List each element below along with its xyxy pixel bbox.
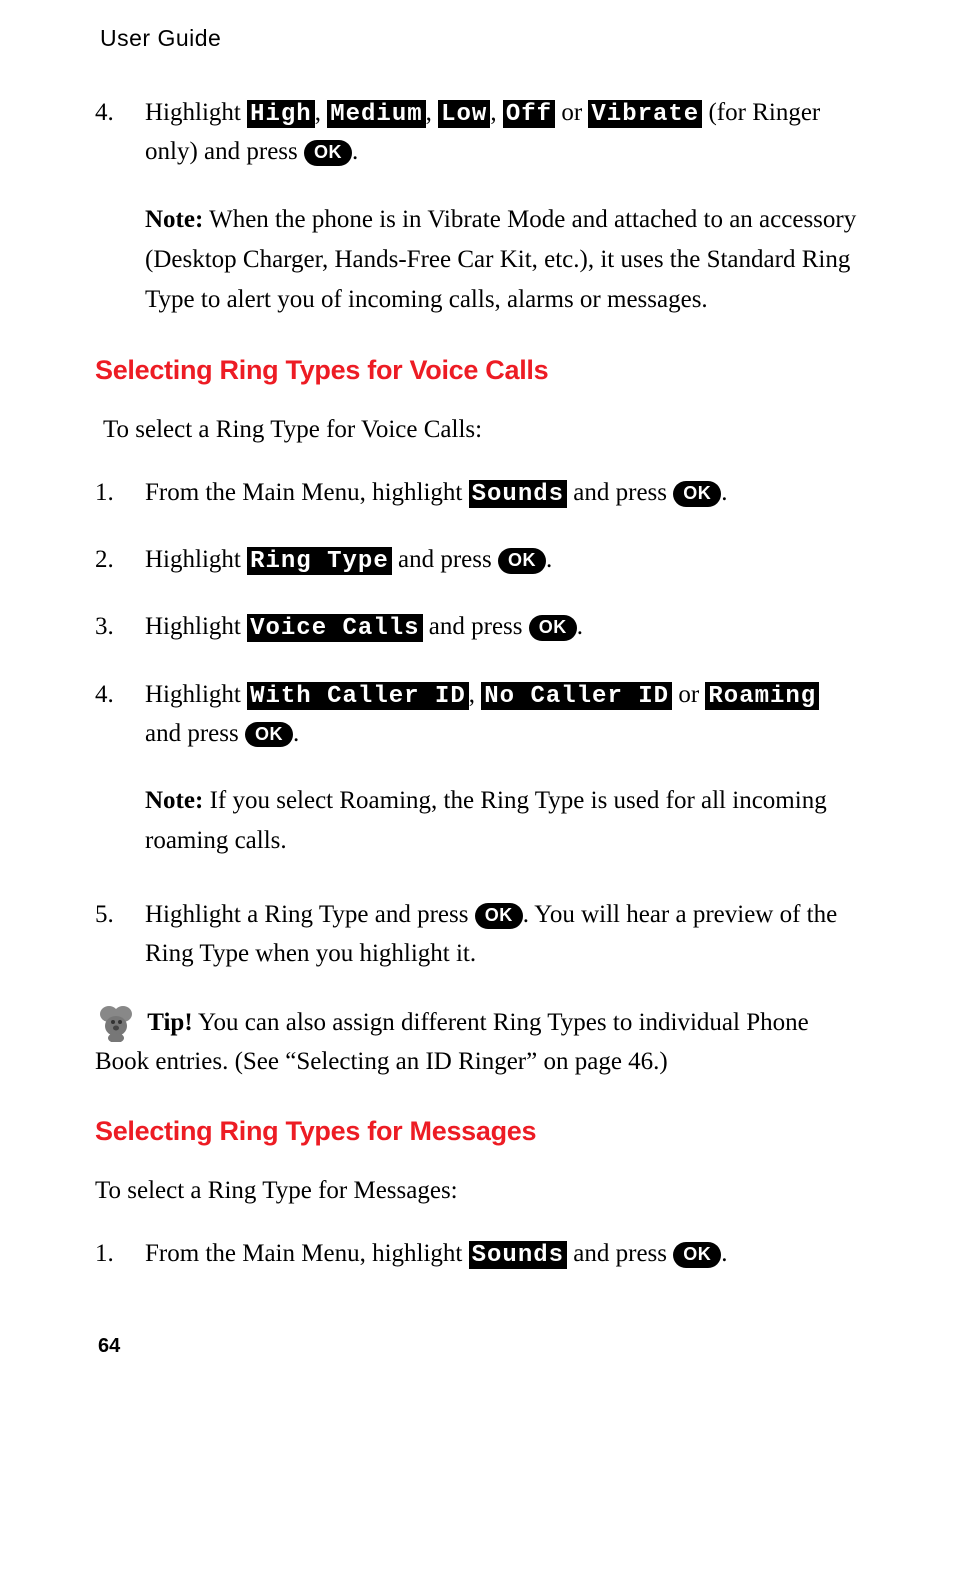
page-number: 64 xyxy=(98,1335,859,1358)
lcd-option: No Caller ID xyxy=(481,682,672,710)
ok-button-icon: OK xyxy=(475,903,523,929)
lcd-option: With Caller ID xyxy=(247,682,469,710)
list-number: 3. xyxy=(95,608,145,647)
list-item: 2. Highlight Ring Type and press OK. xyxy=(95,541,859,580)
lcd-option: Off xyxy=(503,100,555,128)
note-label: Note: xyxy=(145,206,203,233)
tip-text: You can also assign different Ring Types… xyxy=(95,1009,809,1075)
lcd-option: Sounds xyxy=(469,1241,567,1269)
section-heading: Selecting Ring Types for Voice Calls xyxy=(95,355,859,386)
list-item: 4. Highlight With Caller ID, No Caller I… xyxy=(95,676,859,754)
note-text: If you select Roaming, the Ring Type is … xyxy=(145,787,827,854)
list-number: 4. xyxy=(95,94,145,172)
intro-text: To select a Ring Type for Messages: xyxy=(95,1177,859,1205)
list-item: 1. From the Main Menu, highlight Sounds … xyxy=(95,474,859,513)
ok-button-icon: OK xyxy=(245,722,293,748)
list-item: 1. From the Main Menu, highlight Sounds … xyxy=(95,1235,859,1274)
ok-button-icon: OK xyxy=(673,1242,721,1268)
ok-button-icon: OK xyxy=(529,615,577,641)
list-number: 4. xyxy=(95,676,145,754)
list-body: Highlight Ring Type and press OK. xyxy=(145,541,859,580)
lcd-option: Voice Calls xyxy=(247,614,422,642)
tip-icon xyxy=(95,1002,135,1042)
list-body: Highlight With Caller ID, No Caller ID o… xyxy=(145,676,859,754)
note-text: When the phone is in Vibrate Mode and at… xyxy=(145,206,856,313)
list-item: 5. Highlight a Ring Type and press OK. Y… xyxy=(95,896,859,974)
lcd-option: Low xyxy=(438,100,490,128)
lcd-option: Medium xyxy=(327,100,425,128)
ok-button-icon: OK xyxy=(673,481,721,507)
user-guide-page: User Guide 4. Highlight High, Medium, Lo… xyxy=(0,0,954,1398)
list-number: 1. xyxy=(95,474,145,513)
section-heading: Selecting Ring Types for Messages xyxy=(95,1116,859,1147)
list-body: From the Main Menu, highlight Sounds and… xyxy=(145,474,859,513)
lcd-option: High xyxy=(247,100,315,128)
list-body: Highlight a Ring Type and press OK. You … xyxy=(145,896,859,974)
note-block: Note: If you select Roaming, the Ring Ty… xyxy=(145,781,859,861)
list-body: From the Main Menu, highlight Sounds and… xyxy=(145,1235,859,1274)
lcd-option: Vibrate xyxy=(588,100,702,128)
list-number: 5. xyxy=(95,896,145,974)
list-number: 1. xyxy=(95,1235,145,1274)
tip-block: Tip! You can also assign different Ring … xyxy=(95,1002,859,1082)
list-number: 2. xyxy=(95,541,145,580)
list-item: 4. Highlight High, Medium, Low, Off or V… xyxy=(95,94,859,172)
tip-label: Tip! xyxy=(147,1009,192,1036)
list-body: Highlight High, Medium, Low, Off or Vibr… xyxy=(145,94,859,172)
note-label: Note: xyxy=(145,787,203,814)
note-block: Note: When the phone is in Vibrate Mode … xyxy=(145,200,859,320)
list-item: 3. Highlight Voice Calls and press OK. xyxy=(95,608,859,647)
lcd-option: Ring Type xyxy=(247,547,392,575)
list-body: Highlight Voice Calls and press OK. xyxy=(145,608,859,647)
ok-button-icon: OK xyxy=(498,548,546,574)
running-header: User Guide xyxy=(100,25,859,52)
intro-text: To select a Ring Type for Voice Calls: xyxy=(103,416,859,444)
lcd-option: Sounds xyxy=(469,480,567,508)
lcd-option: Roaming xyxy=(705,682,819,710)
ok-button-icon: OK xyxy=(304,140,352,166)
